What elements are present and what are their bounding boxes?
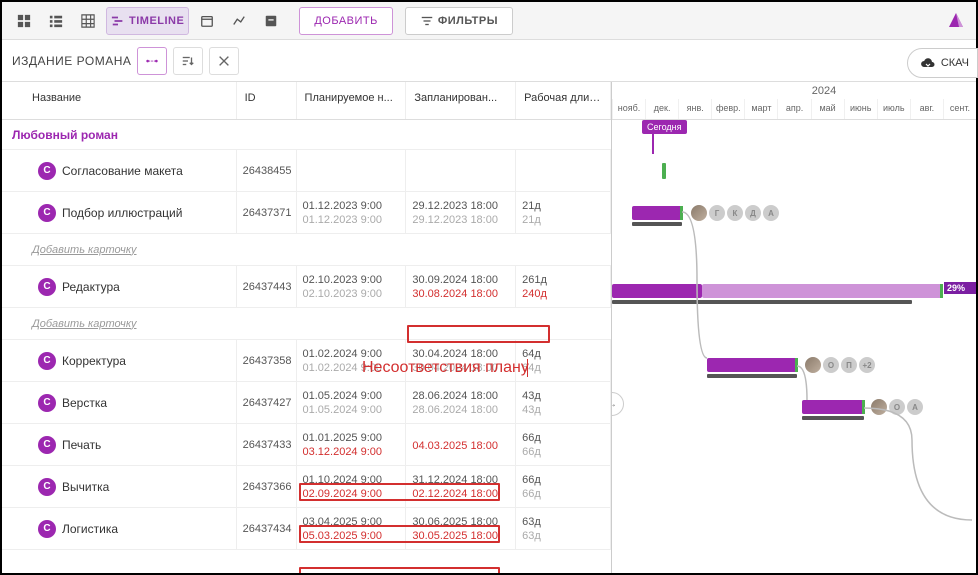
col-end[interactable]: Запланирован... [406, 82, 516, 119]
archive-icon [264, 14, 278, 28]
gantt-chart[interactable]: ↔ 2024 нояб. дек. янв. февр. март апр. м… [612, 82, 976, 573]
col-start[interactable]: Планируемое н... [297, 82, 407, 119]
calendar-icon [200, 14, 214, 28]
text-cursor [527, 359, 528, 377]
gantt-header: 2024 нояб. дек. янв. февр. март апр. май… [612, 82, 976, 120]
close-icon [217, 54, 231, 68]
col-id[interactable]: ID [237, 82, 297, 119]
list-icon [49, 14, 63, 28]
task-badge-icon: C [38, 520, 56, 538]
chart-line-icon [232, 14, 246, 28]
avatar[interactable]: П [840, 356, 858, 374]
month-label: февр. [711, 99, 744, 119]
content-area: Название ID Планируемое н... Запланирова… [2, 82, 976, 573]
dependency-links-icon [612, 120, 976, 573]
avatar[interactable]: А [906, 398, 924, 416]
gantt-bar[interactable] [632, 206, 682, 220]
task-badge-icon: C [38, 278, 56, 296]
month-label: сент. [943, 99, 976, 119]
space-header: ИЗДАНИЕ РОМАНА СКАЧ [2, 40, 976, 82]
month-label: март [744, 99, 777, 119]
gantt-bar[interactable] [702, 284, 942, 298]
view-grid-button[interactable] [10, 7, 38, 35]
task-row[interactable]: CЛогистика 26437434 03.04.2025 9:0005.03… [2, 508, 611, 550]
milestone-marker[interactable] [662, 163, 666, 179]
month-label: янв. [678, 99, 711, 119]
avatar[interactable]: Д [744, 204, 762, 222]
avatar[interactable]: О [888, 398, 906, 416]
gantt-bar[interactable] [802, 400, 864, 414]
baseline-bar [707, 374, 797, 378]
table-body: Любовный роман CСогласование макета 2643… [2, 120, 611, 573]
view-timeline-button[interactable]: TIMELINE [106, 7, 189, 35]
filter-icon [420, 14, 434, 28]
view-list-button[interactable] [42, 7, 70, 35]
task-badge-icon: C [38, 394, 56, 412]
cloud-download-icon [920, 55, 936, 71]
timeline-icon [111, 14, 125, 28]
gantt-body: Г К Д А 29% О П +2 [612, 120, 976, 573]
task-badge-icon: C [38, 478, 56, 496]
col-name[interactable]: Название [2, 82, 237, 119]
gantt-bar[interactable] [707, 358, 797, 372]
group-row[interactable]: Любовный роман [2, 120, 611, 150]
task-table: Название ID Планируемое н... Запланирова… [2, 82, 612, 573]
sort-button[interactable] [173, 47, 203, 75]
link-mode-button[interactable] [137, 47, 167, 75]
month-label: авг. [910, 99, 943, 119]
year-label: 2024 [672, 82, 976, 99]
baseline-bar [802, 416, 864, 420]
month-label: дек. [645, 99, 678, 119]
avatar-more[interactable]: +2 [858, 356, 876, 374]
task-row[interactable]: CВычитка 26437366 01.10.2024 9:0002.09.2… [2, 466, 611, 508]
avatar[interactable]: К [726, 204, 744, 222]
view-archive-button[interactable] [257, 7, 285, 35]
progress-label: 29% [944, 282, 976, 294]
task-row[interactable]: CВерстка 26437427 01.05.2024 9:0001.05.2… [2, 382, 611, 424]
view-chart-button[interactable] [225, 7, 253, 35]
main-toolbar: TIMELINE ДОБАВИТЬ ФИЛЬТРЫ [2, 2, 976, 40]
app-logo-icon [946, 10, 966, 30]
annotation-label: Несоответствия плану [362, 359, 529, 377]
month-label: май [811, 99, 844, 119]
avatar[interactable] [804, 356, 822, 374]
month-label: июнь [844, 99, 877, 119]
avatar[interactable]: А [762, 204, 780, 222]
close-button[interactable] [209, 47, 239, 75]
task-badge-icon: C [38, 162, 56, 180]
baseline-bar [612, 300, 912, 304]
task-row[interactable]: CСогласование макета 26438455 [2, 150, 611, 192]
table-icon [81, 14, 95, 28]
task-badge-icon: C [38, 436, 56, 454]
filter-button[interactable]: ФИЛЬТРЫ [405, 7, 513, 35]
col-duration[interactable]: Рабочая длите... [516, 82, 611, 119]
baseline-bar [632, 222, 682, 226]
gantt-bar-progress[interactable] [612, 284, 702, 298]
task-row[interactable]: CРедактура 26437443 02.10.2023 9:0002.10… [2, 266, 611, 308]
table-header: Название ID Планируемое н... Запланирова… [2, 82, 611, 120]
download-button[interactable]: СКАЧ [907, 48, 978, 78]
grid-icon [17, 14, 31, 28]
sort-icon [181, 54, 195, 68]
add-button[interactable]: ДОБАВИТЬ [299, 7, 393, 35]
space-name: ИЗДАНИЕ РОМАНА [12, 54, 131, 68]
task-row[interactable]: CПодбор иллюстраций 26437371 01.12.2023 … [2, 192, 611, 234]
today-line [652, 134, 654, 154]
add-card-button[interactable]: Добавить карточку [2, 234, 611, 266]
task-row[interactable]: CПечать 26437433 01.01.2025 9:0003.12.20… [2, 424, 611, 466]
view-calendar-button[interactable] [193, 7, 221, 35]
avatar[interactable]: О [822, 356, 840, 374]
add-card-button[interactable]: Добавить карточку [2, 308, 611, 340]
task-badge-icon: C [38, 204, 56, 222]
avatar[interactable] [870, 398, 888, 416]
avatar[interactable]: Г [708, 204, 726, 222]
avatar[interactable] [690, 204, 708, 222]
view-table-button[interactable] [74, 7, 102, 35]
month-label: нояб. [612, 99, 645, 119]
month-label: апр. [777, 99, 810, 119]
link-arrows-icon [145, 54, 159, 68]
today-badge: Сегодня [642, 120, 687, 134]
month-label: июль [877, 99, 910, 119]
task-badge-icon: C [38, 352, 56, 370]
